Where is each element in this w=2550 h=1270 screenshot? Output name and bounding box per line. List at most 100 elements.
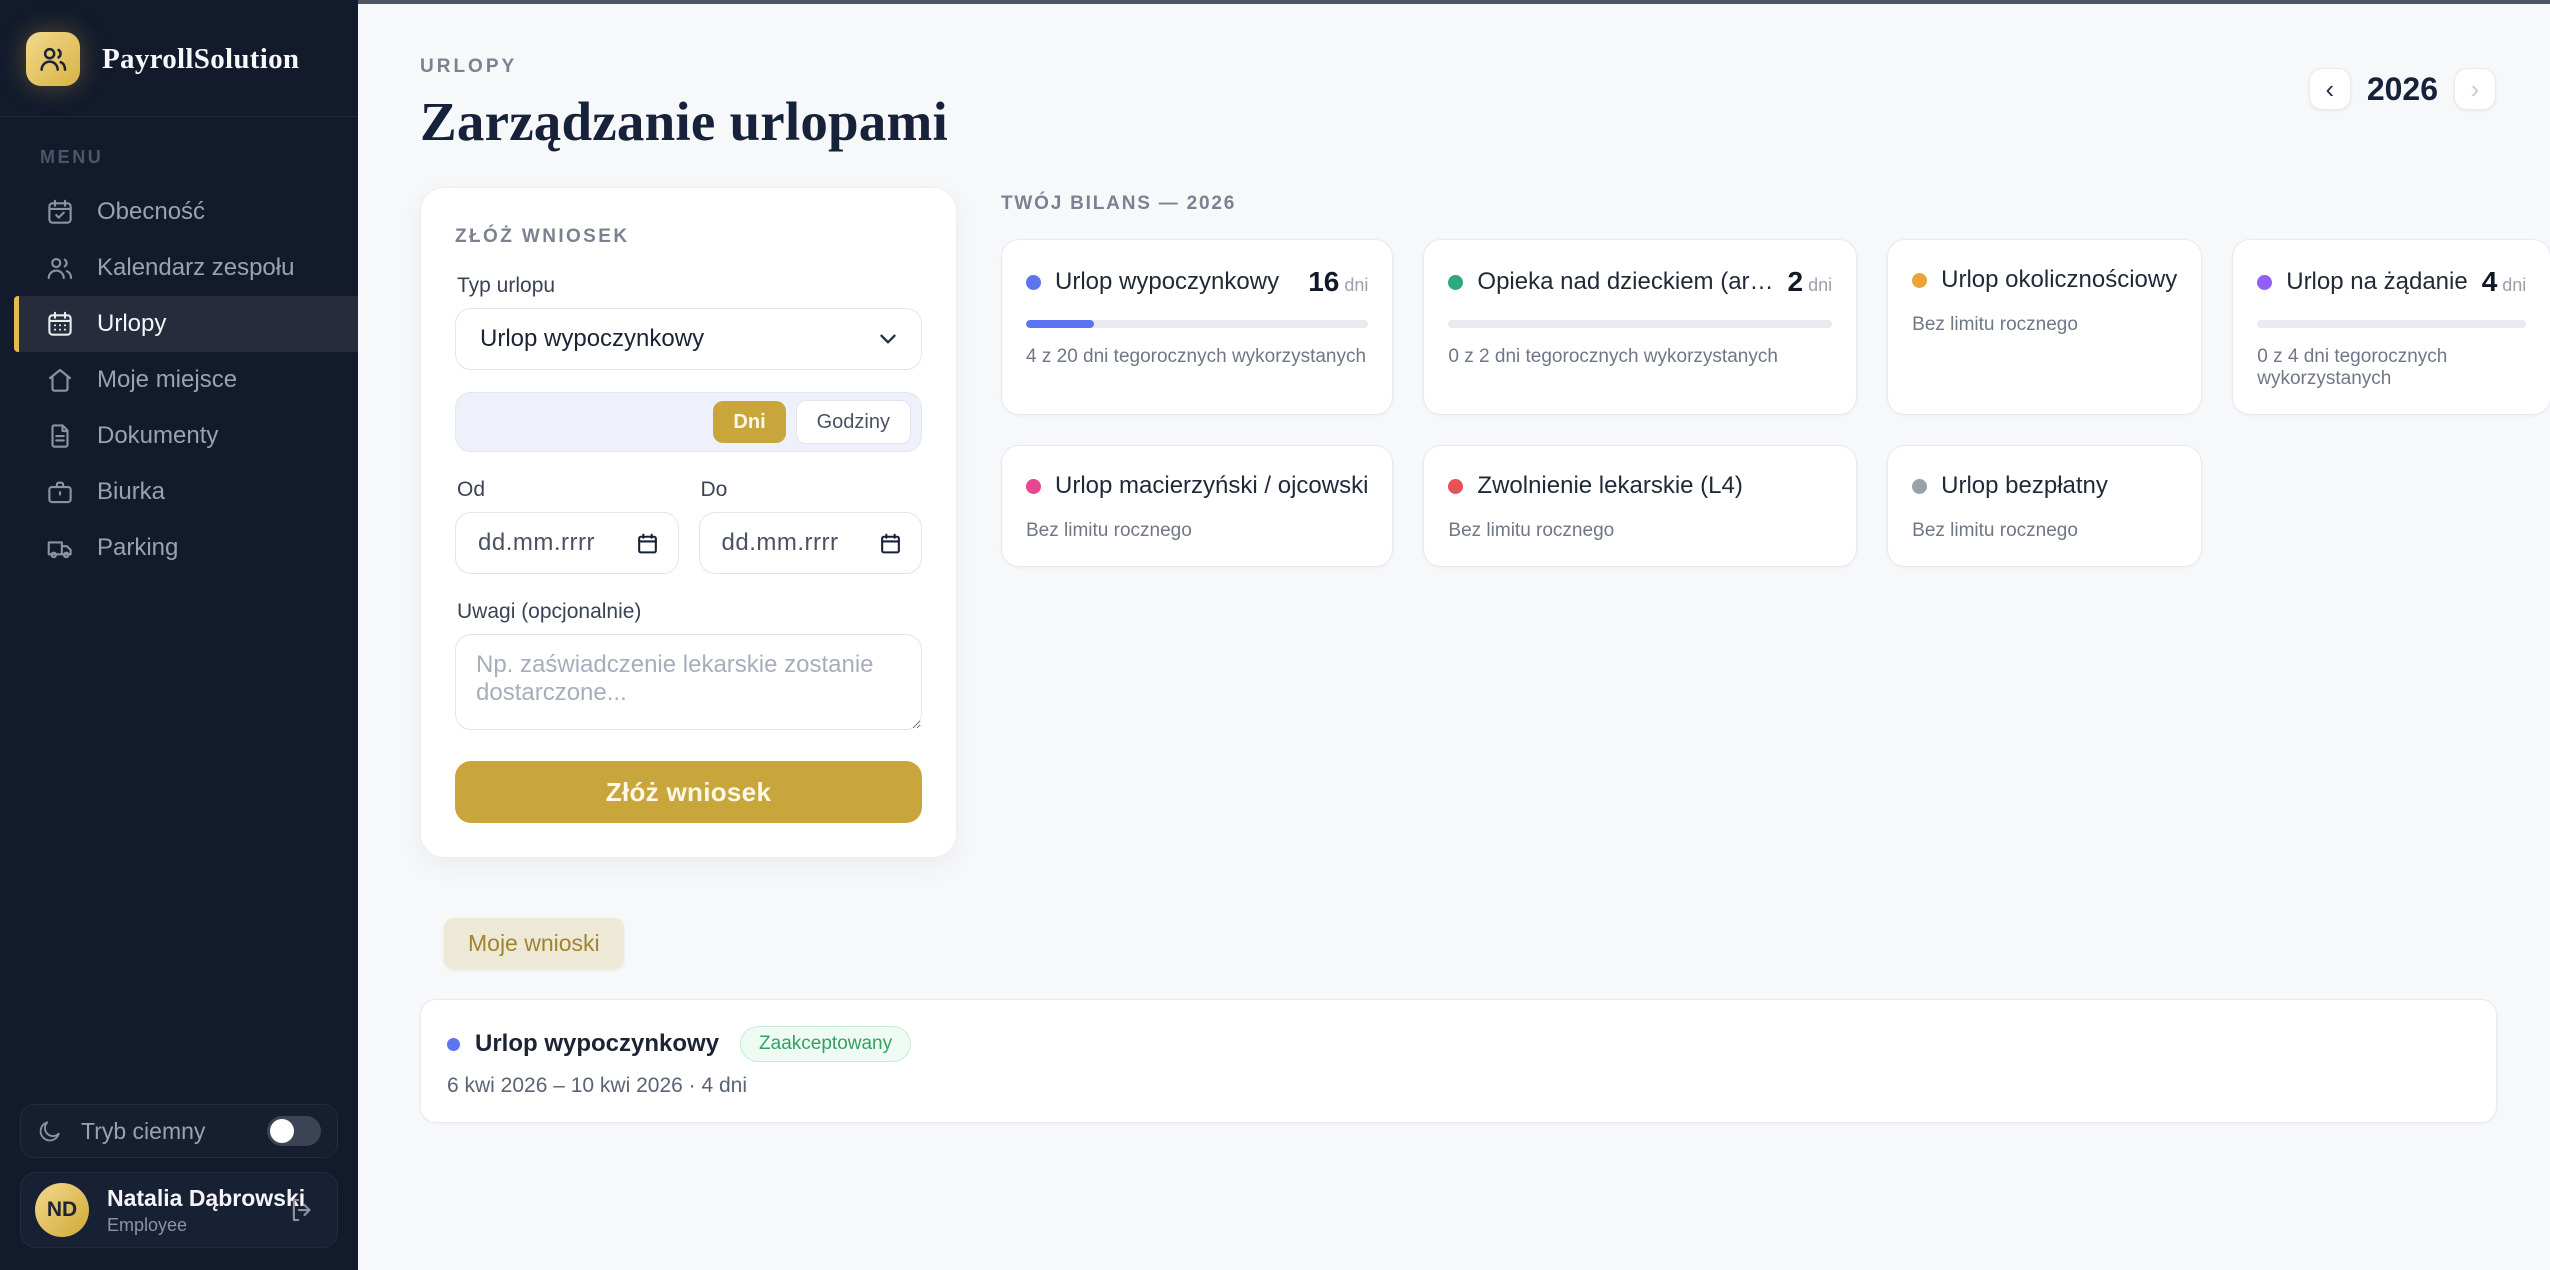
dark-mode-toggle[interactable] <box>267 1116 321 1146</box>
car-icon <box>45 533 75 563</box>
days-value: 16 <box>1308 266 1339 298</box>
balance-card-urlop-wypoczynkowy: Urlop wypoczynkowy 16 dni 4 z 20 dni teg… <box>1001 239 1393 415</box>
moon-icon <box>37 1118 63 1144</box>
leave-type-dot <box>1448 275 1463 290</box>
calendar-picker-icon[interactable] <box>878 531 903 556</box>
app-name: PayrollSolution <box>102 43 299 76</box>
year-value: 2026 <box>2367 71 2438 108</box>
sidebar-item-biurka[interactable]: Biurka <box>0 464 358 520</box>
sidebar-item-label: Kalendarz zespołu <box>97 254 294 282</box>
unit-option-dni[interactable]: Dni <box>713 401 785 443</box>
dark-mode-row: Tryb ciemny <box>20 1104 338 1158</box>
sidebar-item-urlopy[interactable]: Urlopy <box>14 296 358 352</box>
page-header: URLOPY Zarządzanie urlopami ‹ 2026 › <box>420 56 2496 153</box>
usage-caption: 4 z 20 dni tegorocznych wykorzystanych <box>1026 346 1368 368</box>
from-date-placeholder: dd.mm.rrrr <box>478 529 595 557</box>
from-label: Od <box>457 478 679 502</box>
document-icon <box>45 421 75 451</box>
notes-label: Uwagi (opcjonalnie) <box>457 600 922 624</box>
to-date-placeholder: dd.mm.rrrr <box>722 529 839 557</box>
leave-type-dot <box>1912 479 1927 494</box>
status-badge: Zaakceptowany <box>740 1026 911 1062</box>
usage-caption: Bez limitu rocznego <box>1912 520 2177 542</box>
brand: PayrollSolution <box>0 0 358 117</box>
request-list-item: Urlop wypoczynkowy Zaakceptowany 6 kwi 2… <box>420 999 2497 1123</box>
leave-type-dot <box>1026 275 1041 290</box>
prev-year-button[interactable]: ‹ <box>2309 68 2351 110</box>
sidebar-item-dokumenty[interactable]: Dokumenty <box>0 408 358 464</box>
tab-moje-wnioski[interactable]: Moje wnioski <box>444 918 624 969</box>
leave-type-select[interactable]: Urlop wypoczynkowy <box>455 308 922 370</box>
usage-progressbar <box>1448 320 1832 328</box>
main-content: URLOPY Zarządzanie urlopami ‹ 2026 › ZŁÓ… <box>358 0 2550 1270</box>
user-role: Employee <box>107 1215 269 1236</box>
toggle-knob <box>270 1119 294 1143</box>
leave-type-name: Opieka nad dzieckiem (ar… <box>1477 268 1773 296</box>
leave-type-name: Urlop na żądanie <box>2286 268 2467 296</box>
sidebar-item-kalendarz-zespolu[interactable]: Kalendarz zespołu <box>0 240 358 296</box>
sidebar-item-moje-miejsce[interactable]: Moje miejsce <box>0 352 358 408</box>
balance-heading: TWÓJ BILANS — 2026 <box>1001 193 2550 215</box>
request-details: 6 kwi 2026 – 10 kwi 2026 · 4 dni <box>447 1074 2470 1098</box>
balance-card-urlop-bezplatny: Urlop bezpłatny Bez limitu rocznego <box>1887 445 2202 567</box>
unit-option-godziny[interactable]: Godziny <box>796 400 911 444</box>
breadcrumb: URLOPY <box>420 56 948 78</box>
submit-request-button[interactable]: Złóż wniosek <box>455 761 922 823</box>
days-unit: dni <box>1344 275 1368 296</box>
balance-card-urlop-macierzynski: Urlop macierzyński / ojcowski Bez limitu… <box>1001 445 1393 567</box>
my-requests-section: Moje wnioski Urlop wypoczynkowy Zaakcept… <box>420 918 2496 1123</box>
usage-caption: Bez limitu rocznego <box>1026 520 1368 542</box>
days-value: 4 <box>2482 266 2498 298</box>
calendar-days-icon <box>45 309 75 339</box>
balance-section: TWÓJ BILANS — 2026 Urlop wypoczynkowy 16… <box>1001 187 2550 567</box>
dark-mode-label: Tryb ciemny <box>81 1118 205 1145</box>
chevron-down-icon <box>875 326 901 352</box>
to-label: Do <box>701 478 923 502</box>
sidebar-item-label: Parking <box>97 534 178 562</box>
to-date-input[interactable]: dd.mm.rrrr <box>699 512 923 574</box>
calendar-check-icon <box>45 197 75 227</box>
next-year-button[interactable]: › <box>2454 68 2496 110</box>
user-name: Natalia Dąbrowski <box>107 1185 269 1212</box>
sidebar-bottom: Tryb ciemny ND Natalia Dąbrowski Employe… <box>0 1104 358 1270</box>
leave-type-dot <box>1026 479 1041 494</box>
unit-toggle: Dni Godziny <box>455 392 922 452</box>
leave-type-name: Urlop bezpłatny <box>1941 472 2108 500</box>
leave-type-name: Urlop macierzyński / ojcowski <box>1055 472 1368 500</box>
logout-icon[interactable] <box>287 1195 317 1225</box>
leave-type-dot <box>2257 275 2272 290</box>
form-heading: ZŁÓŻ WNIOSEK <box>455 226 922 248</box>
balance-cards-grid: Urlop wypoczynkowy 16 dni 4 z 20 dni teg… <box>1001 239 2550 567</box>
sidebar-item-label: Biurka <box>97 478 165 506</box>
calendar-picker-icon[interactable] <box>635 531 660 556</box>
sidebar-item-label: Dokumenty <box>97 422 218 450</box>
days-unit: dni <box>1808 275 1832 296</box>
avatar: ND <box>35 1183 89 1237</box>
leave-type-dot <box>1912 273 1927 288</box>
days-unit: dni <box>2502 275 2526 296</box>
briefcase-icon <box>45 477 75 507</box>
usage-caption: 0 z 4 dni tegorocznych wykorzystanych <box>2257 346 2526 390</box>
sidebar-item-label: Urlopy <box>97 310 166 338</box>
leave-type-dot <box>1448 479 1463 494</box>
app-logo-icon <box>26 32 80 86</box>
from-date-input[interactable]: dd.mm.rrrr <box>455 512 679 574</box>
leave-request-form: ZŁÓŻ WNIOSEK Typ urlopu Urlop wypoczynko… <box>420 187 957 858</box>
sidebar-item-obecnosc[interactable]: Obecność <box>0 184 358 240</box>
balance-card-opieka-nad-dzieckiem: Opieka nad dzieckiem (ar… 2 dni 0 z 2 dn… <box>1423 239 1857 415</box>
balance-card-zwolnienie-lekarskie: Zwolnienie lekarskie (L4) Bez limitu roc… <box>1423 445 1857 567</box>
sidebar-item-parking[interactable]: Parking <box>0 520 358 576</box>
request-type: Urlop wypoczynkowy <box>475 1030 719 1058</box>
user-card: ND Natalia Dąbrowski Employee <box>20 1172 338 1248</box>
leave-type-dot <box>447 1038 460 1051</box>
leave-type-selected-value: Urlop wypoczynkowy <box>480 325 704 353</box>
type-label: Typ urlopu <box>457 274 922 298</box>
home-icon <box>45 365 75 395</box>
sidebar-nav: Obecność Kalendarz zespołu Urlopy <box>0 184 358 576</box>
team-icon <box>45 253 75 283</box>
days-value: 2 <box>1788 266 1804 298</box>
notes-textarea[interactable] <box>455 634 922 730</box>
menu-section-label: MENU <box>40 147 358 168</box>
sidebar-item-label: Obecność <box>97 198 205 226</box>
leave-type-name: Zwolnienie lekarskie (L4) <box>1477 472 1742 500</box>
